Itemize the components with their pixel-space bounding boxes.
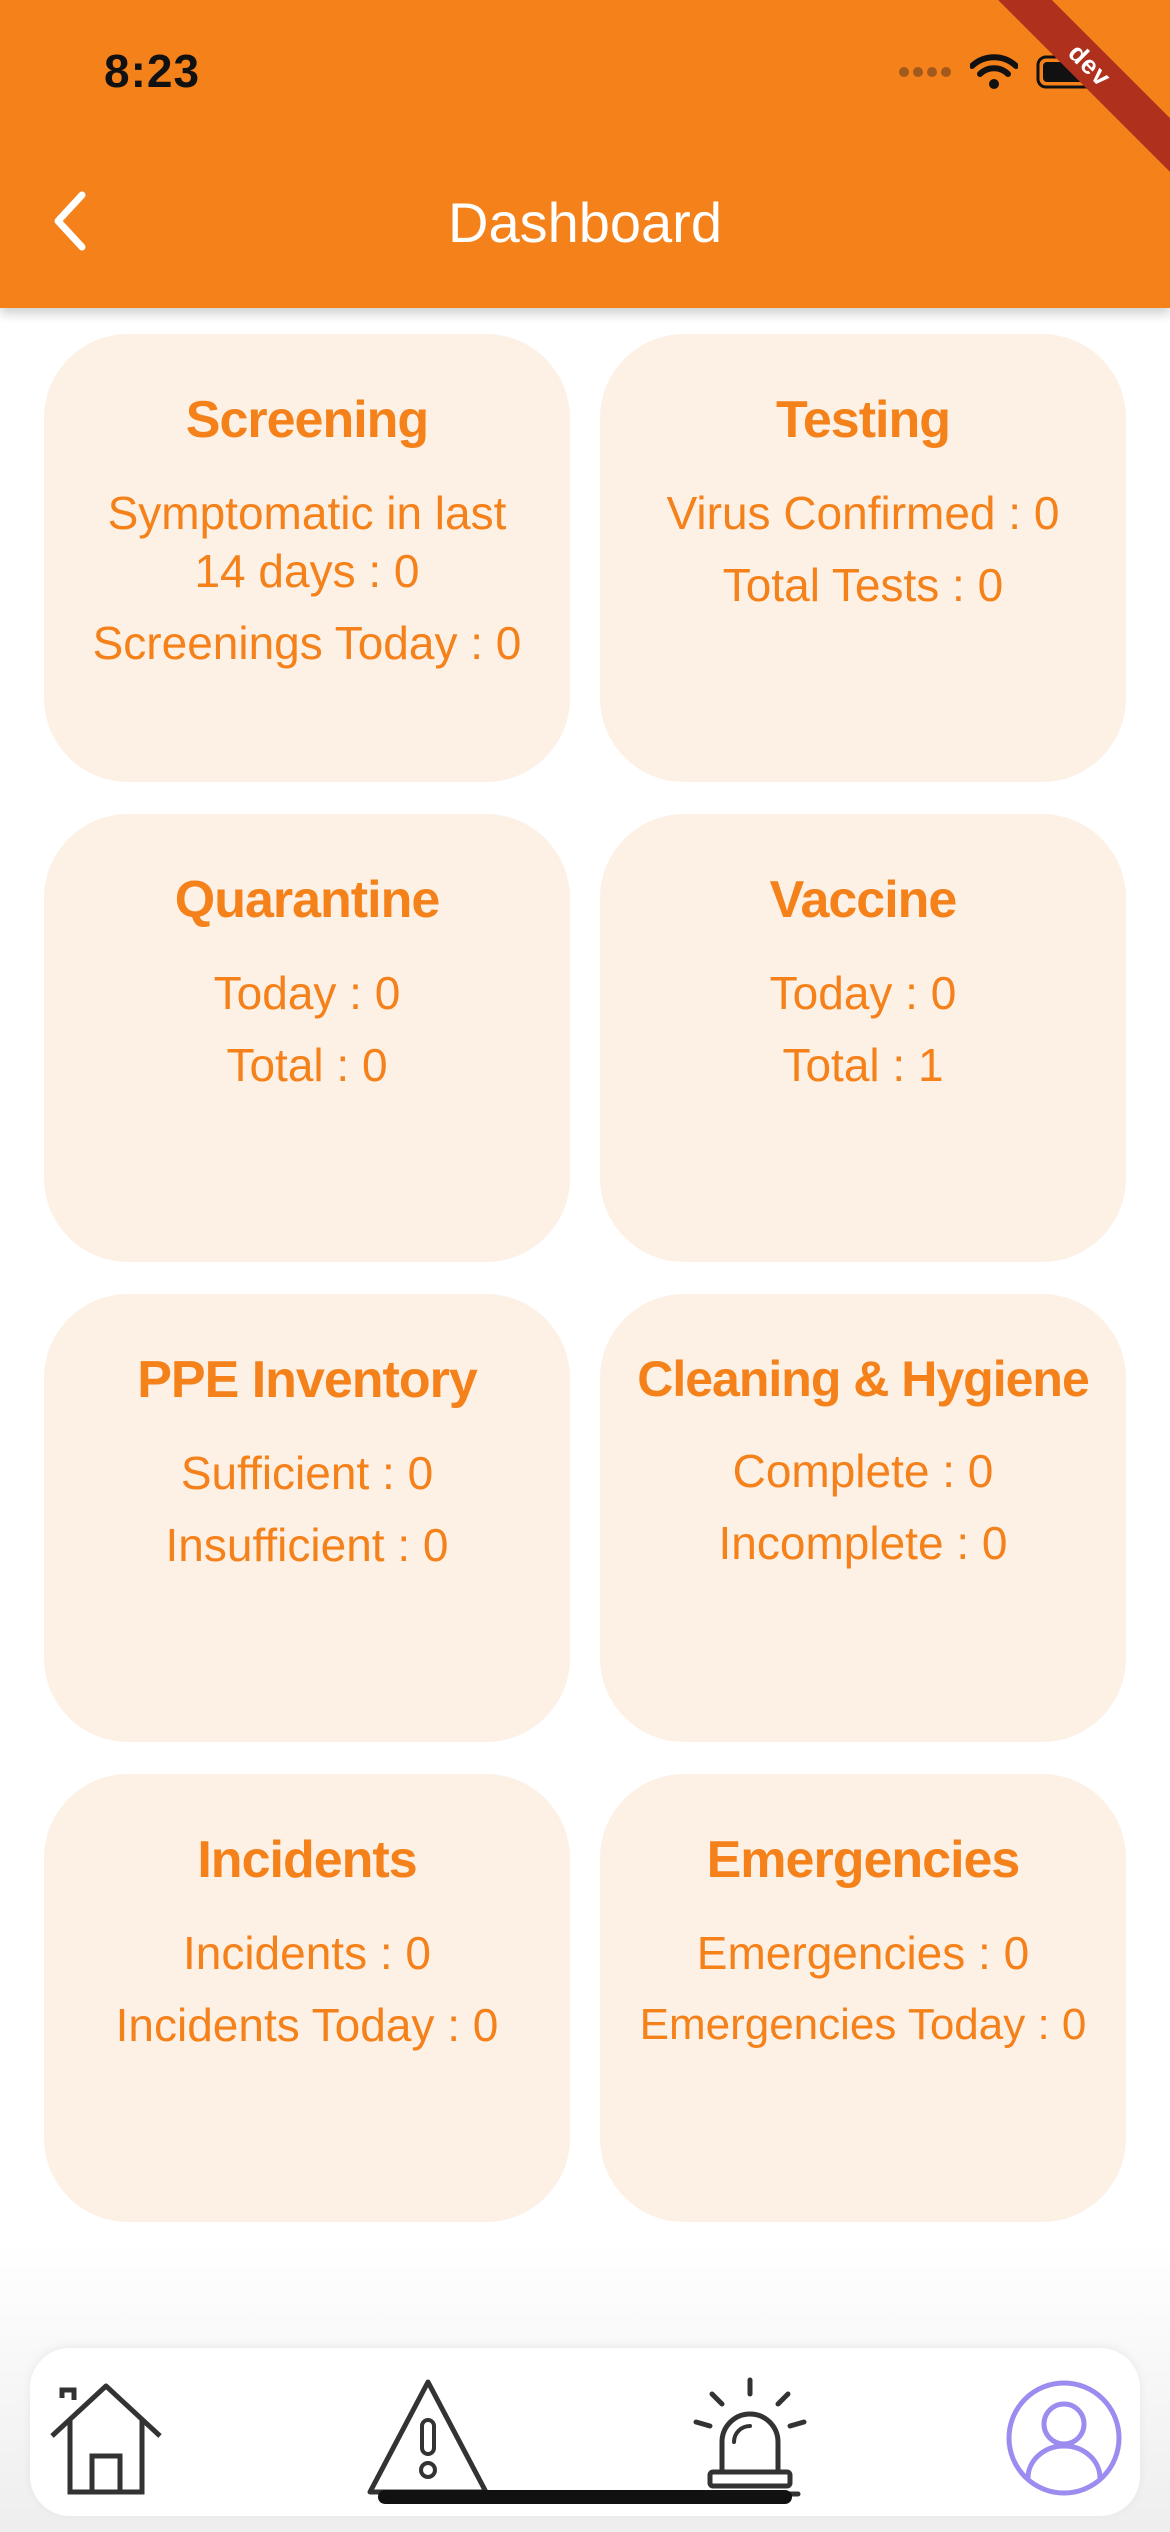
card-stat: Symptomatic in last 14 days : 0: [107, 487, 507, 597]
card-emergencies[interactable]: Emergencies Emergencies : 0 Emergencies …: [600, 1774, 1126, 2222]
nav-emergency[interactable]: [680, 2368, 820, 2508]
app-bar: 8:23 dev Dashboard: [0, 0, 1170, 308]
card-stat: Emergencies : 0: [696, 1927, 1030, 1979]
card-stat: Today : 0: [213, 967, 401, 1019]
card-stat: Total : 0: [226, 1039, 388, 1091]
status-time: 8:23: [104, 45, 201, 97]
card-title: Quarantine: [174, 871, 441, 929]
nav-profile[interactable]: [994, 2368, 1134, 2508]
card-stat: Emergencies Today : 0: [639, 2000, 1087, 2049]
card-stat: Screenings Today : 0: [92, 617, 522, 669]
card-ppe-inventory[interactable]: PPE Inventory Sufficient : 0 Insufficien…: [44, 1294, 570, 1742]
card-testing[interactable]: Testing Virus Confirmed : 0 Total Tests …: [600, 334, 1126, 782]
warning-icon: [367, 2379, 489, 2495]
card-stat: Incidents : 0: [182, 1927, 432, 1979]
card-title: Emergencies: [706, 1831, 1021, 1889]
card-screening[interactable]: Screening Symptomatic in last 14 days : …: [44, 334, 570, 782]
card-incidents[interactable]: Incidents Incidents : 0 Incidents Today …: [44, 1774, 570, 2222]
home-icon: [50, 2383, 162, 2495]
card-stat: Incomplete : 0: [718, 1517, 1008, 1569]
card-title: Vaccine: [769, 871, 958, 929]
card-title: Incidents: [197, 1831, 417, 1889]
wifi-icon: [970, 54, 1018, 89]
card-title: Screening: [185, 391, 429, 449]
card-stat: Today : 0: [769, 967, 957, 1019]
cellular-signal-icon: [899, 67, 951, 77]
card-quarantine[interactable]: Quarantine Today : 0 Total : 0: [44, 814, 570, 1262]
card-cleaning-hygiene[interactable]: Cleaning & Hygiene Complete : 0 Incomple…: [600, 1294, 1126, 1742]
nav-home[interactable]: [36, 2368, 176, 2508]
alarm-siren-icon: [693, 2377, 807, 2497]
card-title: PPE Inventory: [137, 1351, 478, 1409]
card-stat: Incidents Today : 0: [115, 1999, 499, 2051]
card-title: Cleaning & Hygiene: [637, 1351, 1090, 1407]
card-stat: Total : 1: [782, 1039, 944, 1091]
card-vaccine[interactable]: Vaccine Today : 0 Total : 1: [600, 814, 1126, 1262]
home-indicator: [378, 2490, 792, 2504]
card-stat: Insufficient : 0: [165, 1519, 449, 1571]
profile-icon: [1006, 2380, 1122, 2496]
card-stat: Complete : 0: [732, 1445, 994, 1497]
card-stat: Virus Confirmed : 0: [666, 487, 1060, 539]
dev-ribbon: dev: [970, 0, 1170, 185]
card-stat: Sufficient : 0: [180, 1447, 434, 1499]
page-title: Dashboard: [448, 191, 722, 254]
nav-alerts[interactable]: [358, 2368, 498, 2508]
card-stat: Total Tests : 0: [722, 559, 1004, 611]
card-title: Testing: [775, 391, 951, 449]
